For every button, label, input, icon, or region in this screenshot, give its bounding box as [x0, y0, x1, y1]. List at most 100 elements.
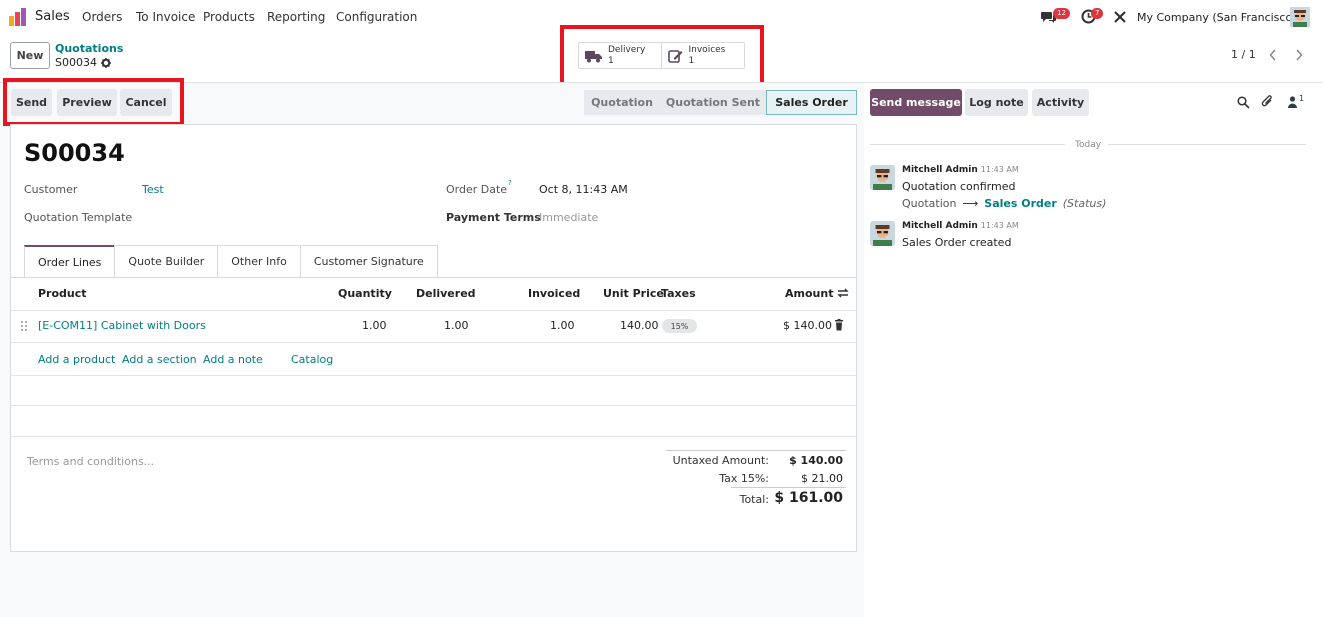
tracking-field-name: (Status) — [1062, 197, 1107, 210]
message-body: Quotation confirmed — [902, 180, 1016, 193]
tab-order-lines[interactable]: Order Lines — [24, 245, 116, 277]
paperclip-icon[interactable] — [1261, 95, 1275, 109]
message-body: Sales Order created — [902, 236, 1012, 249]
gear-icon[interactable] — [100, 57, 111, 68]
customer-label: Customer — [24, 183, 78, 196]
col-taxes[interactable]: Taxes — [661, 287, 696, 300]
header-row-line — [11, 310, 856, 311]
add-note-link[interactable]: Add a note — [203, 353, 263, 366]
menu-to-invoice[interactable]: To Invoice — [136, 10, 195, 24]
stage-quotation-sent[interactable]: Quotation Sent — [660, 90, 766, 115]
company-switcher[interactable]: My Company (San Francisco) — [1137, 11, 1296, 24]
arrow-right-icon: ⟶ — [962, 197, 979, 210]
payment-terms-field[interactable]: Immediate — [539, 211, 598, 224]
col-unit-price[interactable]: Unit Price — [603, 287, 664, 300]
search-icon[interactable] — [1237, 96, 1250, 109]
trash-icon[interactable] — [834, 319, 844, 331]
tracking-value: Quotation ⟶ Sales Order (Status) — [902, 197, 1106, 210]
order-date-label: Order Date — [446, 183, 508, 196]
form-sheet: S00034 Customer Test Quotation Template … — [10, 124, 857, 552]
notebook-tabs: Order Lines Quote Builder Other Info Cus… — [24, 245, 438, 277]
tabs-divider — [11, 277, 856, 278]
log-note-button[interactable]: Log note — [965, 89, 1028, 116]
col-amount[interactable]: Amount — [785, 287, 833, 300]
record-title: S00034 — [24, 139, 125, 167]
line-amount: $ 140.00 — [783, 319, 832, 332]
stage-quotation[interactable]: Quotation — [584, 90, 660, 115]
col-product[interactable]: Product — [38, 287, 87, 300]
totals-mid-line — [731, 487, 846, 488]
message-avatar[interactable] — [870, 221, 895, 246]
pager-previous-button[interactable] — [1261, 43, 1285, 67]
message-author: Mitchell Admin 11:43 AM — [902, 165, 1019, 175]
message-time: 11:43 AM — [980, 165, 1019, 174]
message-avatar[interactable] — [870, 165, 895, 190]
tax-label: Tax 15%: — [719, 472, 769, 485]
breadcrumb-current-label: S00034 — [55, 56, 97, 69]
drag-handle-icon[interactable] — [20, 320, 28, 332]
row-line — [11, 405, 856, 406]
order-date-field[interactable]: Oct 8, 11:43 AM — [539, 183, 628, 196]
date-separator-line — [870, 144, 1065, 145]
message-time: 11:43 AM — [980, 221, 1019, 230]
column-settings-icon[interactable] — [837, 287, 849, 299]
tax-value: $ 21.00 — [801, 472, 843, 485]
line-invoiced[interactable]: 1.00 — [550, 319, 575, 332]
add-product-link[interactable]: Add a product — [38, 353, 115, 366]
message-author: Mitchell Admin 11:43 AM — [902, 221, 1019, 231]
tab-other-info[interactable]: Other Info — [217, 245, 301, 277]
catalog-link[interactable]: Catalog — [291, 353, 333, 366]
pager-next-button[interactable] — [1287, 43, 1311, 67]
tracking-new-value: Sales Order — [984, 197, 1057, 210]
pager-value[interactable]: 1 / 1 — [1231, 48, 1256, 61]
menu-configuration[interactable]: Configuration — [336, 10, 417, 24]
col-delivered[interactable]: Delivered — [416, 287, 476, 300]
untaxed-amount-label: Untaxed Amount: — [672, 454, 769, 467]
message-author-name: Mitchell Admin — [902, 221, 978, 231]
followers-icon[interactable] — [1288, 96, 1297, 108]
line-unit-price[interactable]: 140.00 — [620, 319, 659, 332]
highlight-box-actions — [3, 78, 184, 126]
customer-field[interactable]: Test — [142, 183, 164, 196]
terms-conditions-input[interactable]: Terms and conditions... — [27, 455, 154, 468]
date-separator: Today — [1075, 140, 1102, 150]
message-author-name: Mitchell Admin — [902, 165, 978, 175]
messages-badge: 12 — [1053, 8, 1070, 19]
untaxed-amount-value: $ 140.00 — [789, 454, 843, 467]
chevron-left-icon — [1269, 49, 1276, 61]
payment-terms-label: Payment Terms — [446, 211, 541, 224]
send-message-button[interactable]: Send message — [870, 89, 962, 116]
add-section-link[interactable]: Add a section — [122, 353, 197, 366]
line-tax-tag[interactable]: 15% — [662, 319, 697, 333]
tracking-old-value: Quotation — [902, 197, 957, 210]
tab-quote-builder[interactable]: Quote Builder — [114, 245, 219, 277]
sales-app-icon[interactable] — [8, 8, 28, 26]
activities-badge: 7 — [1091, 8, 1104, 19]
order-date-help-icon[interactable]: ? — [508, 179, 512, 187]
row-line — [11, 342, 856, 343]
user-avatar[interactable] — [1290, 7, 1310, 27]
menu-orders[interactable]: Orders — [82, 10, 122, 24]
stage-sales-order[interactable]: Sales Order — [766, 90, 857, 115]
chevron-right-icon — [1296, 49, 1303, 61]
totals-top-line — [666, 450, 846, 451]
tools-icon[interactable] — [1113, 10, 1127, 24]
col-invoiced[interactable]: Invoiced — [528, 287, 580, 300]
activity-button[interactable]: Activity — [1032, 89, 1089, 116]
tab-customer-signature[interactable]: Customer Signature — [299, 245, 438, 277]
status-bar: Quotation Quotation Sent Sales Order — [584, 90, 857, 115]
breadcrumb-quotations[interactable]: Quotations — [55, 42, 123, 55]
highlight-box-smart-buttons — [560, 25, 764, 88]
col-quantity[interactable]: Quantity — [338, 287, 392, 300]
menu-products[interactable]: Products — [203, 10, 255, 24]
breadcrumb-current: S00034 — [55, 56, 111, 69]
line-delivered[interactable]: 1.00 — [444, 319, 469, 332]
followers-count: 1 — [1299, 94, 1305, 103]
row-line — [11, 436, 856, 437]
line-quantity[interactable]: 1.00 — [362, 319, 387, 332]
line-product[interactable]: [E-COM11] Cabinet with Doors — [38, 319, 206, 332]
app-name[interactable]: Sales — [35, 9, 70, 24]
new-button[interactable]: New — [10, 42, 50, 69]
row-line — [11, 375, 856, 376]
menu-reporting[interactable]: Reporting — [267, 10, 325, 24]
